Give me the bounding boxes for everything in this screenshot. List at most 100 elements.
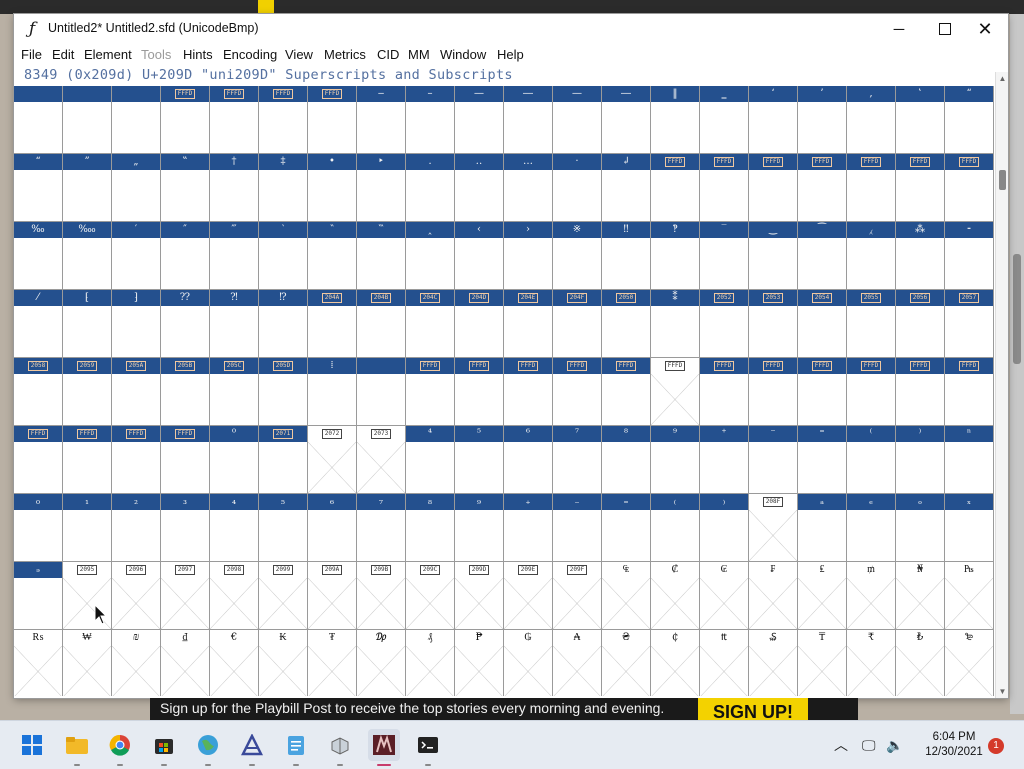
glyph-cell[interactable]: ‵	[259, 222, 308, 290]
glyph-cell[interactable]: FFFD	[896, 358, 945, 426]
glyph-cell[interactable]: 204D	[455, 290, 504, 358]
menu-tools[interactable]: Tools	[141, 47, 171, 62]
glyph-cell[interactable]: ₇	[357, 494, 406, 562]
glyph-cell[interactable]: ⁆	[112, 290, 161, 358]
menu-mm[interactable]: MM	[408, 47, 430, 62]
glyph-cell[interactable]: 2055	[847, 290, 896, 358]
glyph-cell[interactable]: ⁴	[406, 426, 455, 494]
glyph-cell[interactable]: ‡	[259, 154, 308, 222]
glyph-cell[interactable]: ₦	[896, 562, 945, 630]
glyph-cell[interactable]: ⁃	[945, 222, 994, 290]
glyph-cell[interactable]: ․	[406, 154, 455, 222]
glyph-cell[interactable]: 205D	[259, 358, 308, 426]
notification-badge[interactable]: 1	[988, 738, 1004, 754]
glyph-cell[interactable]: 2072	[308, 426, 357, 494]
glyph-cell[interactable]: ₎	[700, 494, 749, 562]
glyph-cell[interactable]: ‰	[14, 222, 63, 290]
glyph-cell[interactable]: ⁵	[455, 426, 504, 494]
menu-hints[interactable]: Hints	[183, 47, 213, 62]
glyph-cell[interactable]: ₧	[945, 562, 994, 630]
glyph-cell[interactable]: 204A	[308, 290, 357, 358]
menu-edit[interactable]: Edit	[52, 47, 74, 62]
glyph-cell[interactable]: FFFD	[896, 154, 945, 222]
glyph-cell[interactable]: …	[504, 154, 553, 222]
glyph-cell[interactable]: ₣	[749, 562, 798, 630]
glyph-cell[interactable]: ₭	[259, 630, 308, 696]
glyph-cell[interactable]: 2058	[14, 358, 63, 426]
glyph-cell[interactable]: FFFD	[308, 86, 357, 154]
glyph-cell[interactable]: ※	[553, 222, 602, 290]
glyph-cell[interactable]: ⁀	[798, 222, 847, 290]
microsoft-store-icon[interactable]	[148, 729, 180, 766]
glyph-cell[interactable]: ―	[602, 86, 651, 154]
glyph-cell[interactable]: ⁶	[504, 426, 553, 494]
glyph-cell[interactable]: ₓ	[945, 494, 994, 562]
glyph-cell[interactable]: ›	[504, 222, 553, 290]
glyph-cell[interactable]: FFFD	[798, 358, 847, 426]
glyph-cell[interactable]: FFFD	[651, 154, 700, 222]
menu-view[interactable]: View	[285, 47, 313, 62]
glyph-cell[interactable]: ₵	[651, 630, 700, 696]
glyph-cell[interactable]: ₡	[651, 562, 700, 630]
glyph-cell[interactable]: “	[14, 154, 63, 222]
glyph-cell[interactable]: ⁉	[259, 290, 308, 358]
glyph-cell[interactable]: 2073	[357, 426, 406, 494]
glyph-cell[interactable]: ₻	[945, 630, 994, 696]
glyph-cell[interactable]: ‿	[749, 222, 798, 290]
file-explorer-icon[interactable]	[61, 729, 93, 766]
glyph-cell[interactable]: ”	[63, 154, 112, 222]
glyph-cell[interactable]: ⁞	[308, 358, 357, 426]
glyph-cell[interactable]: ⁅	[63, 290, 112, 358]
scrollbar-thumb[interactable]	[999, 170, 1006, 190]
glyph-cell[interactable]: FFFD	[406, 358, 455, 426]
fontforge-icon[interactable]	[368, 729, 400, 766]
glyph-cell[interactable]: 204E	[504, 290, 553, 358]
glyph-cell[interactable]: FFFD	[847, 154, 896, 222]
glyph-cell[interactable]: FFFD	[749, 154, 798, 222]
glyph-cell[interactable]: ₊	[504, 494, 553, 562]
glyph-cell[interactable]: ―	[504, 86, 553, 154]
glyph-cell[interactable]: ‖	[651, 86, 700, 154]
glyph-cell[interactable]	[357, 358, 406, 426]
glyph-cell[interactable]: ₲	[504, 630, 553, 696]
glyph-cell[interactable]: ‴	[210, 222, 259, 290]
glyph-cell[interactable]: ⁰	[210, 426, 259, 494]
glyph-cell[interactable]: ⁹	[651, 426, 700, 494]
taskbar-clock[interactable]: 6:04 PM 12/30/2021	[924, 730, 984, 760]
glyph-cell[interactable]: ₱	[455, 630, 504, 696]
glyph-cell[interactable]: ‣	[357, 154, 406, 222]
glyph-cell[interactable]: ⁼	[798, 426, 847, 494]
glyph-cell[interactable]: FFFD	[112, 426, 161, 494]
glyph-cell[interactable]: †	[210, 154, 259, 222]
glyph-cell[interactable]: ‶	[308, 222, 357, 290]
glyph-cell[interactable]: ⁂	[896, 222, 945, 290]
vertical-scrollbar[interactable]: ▲ ▼	[995, 72, 1008, 698]
windows-start-icon[interactable]	[16, 729, 48, 761]
glyph-cell[interactable]: —	[553, 86, 602, 154]
glyph-cell[interactable]: 2053	[749, 290, 798, 358]
glyph-cell[interactable]: ₺	[896, 630, 945, 696]
glyph-cell[interactable]: 2097	[161, 562, 210, 630]
glyph-cell[interactable]: 205C	[210, 358, 259, 426]
glyph-cell[interactable]: FFFD	[63, 426, 112, 494]
glyph-cell[interactable]: ⁄	[14, 290, 63, 358]
glyph-cell[interactable]: ‱	[63, 222, 112, 290]
glyph-cell[interactable]: ’	[798, 86, 847, 154]
glyph-cell[interactable]: ₰	[406, 630, 455, 696]
glyph-cell[interactable]: 209E	[504, 562, 553, 630]
glyph-cell[interactable]: 2098	[210, 562, 259, 630]
glyph-cell[interactable]: FFFD	[553, 358, 602, 426]
glyph-cell[interactable]: ₪	[112, 630, 161, 696]
glyph-cell[interactable]: ₠	[602, 562, 651, 630]
remote-app-icon[interactable]	[324, 729, 356, 766]
glyph-cell[interactable]	[112, 86, 161, 154]
globe-app-icon[interactable]	[192, 729, 224, 766]
glyph-cell[interactable]: FFFD	[259, 86, 308, 154]
glyph-cell[interactable]: ₸	[798, 630, 847, 696]
glyph-cell[interactable]: ₥	[847, 562, 896, 630]
glyph-cell[interactable]: ⁾	[896, 426, 945, 494]
title-bar[interactable]: ƒ Untitled2* Untitled2.sfd (UnicodeBmp) …	[14, 14, 1008, 44]
glyph-cell[interactable]: FFFD	[700, 358, 749, 426]
glyph-cell[interactable]: ₢	[700, 562, 749, 630]
glyph-cell[interactable]: ₤	[798, 562, 847, 630]
